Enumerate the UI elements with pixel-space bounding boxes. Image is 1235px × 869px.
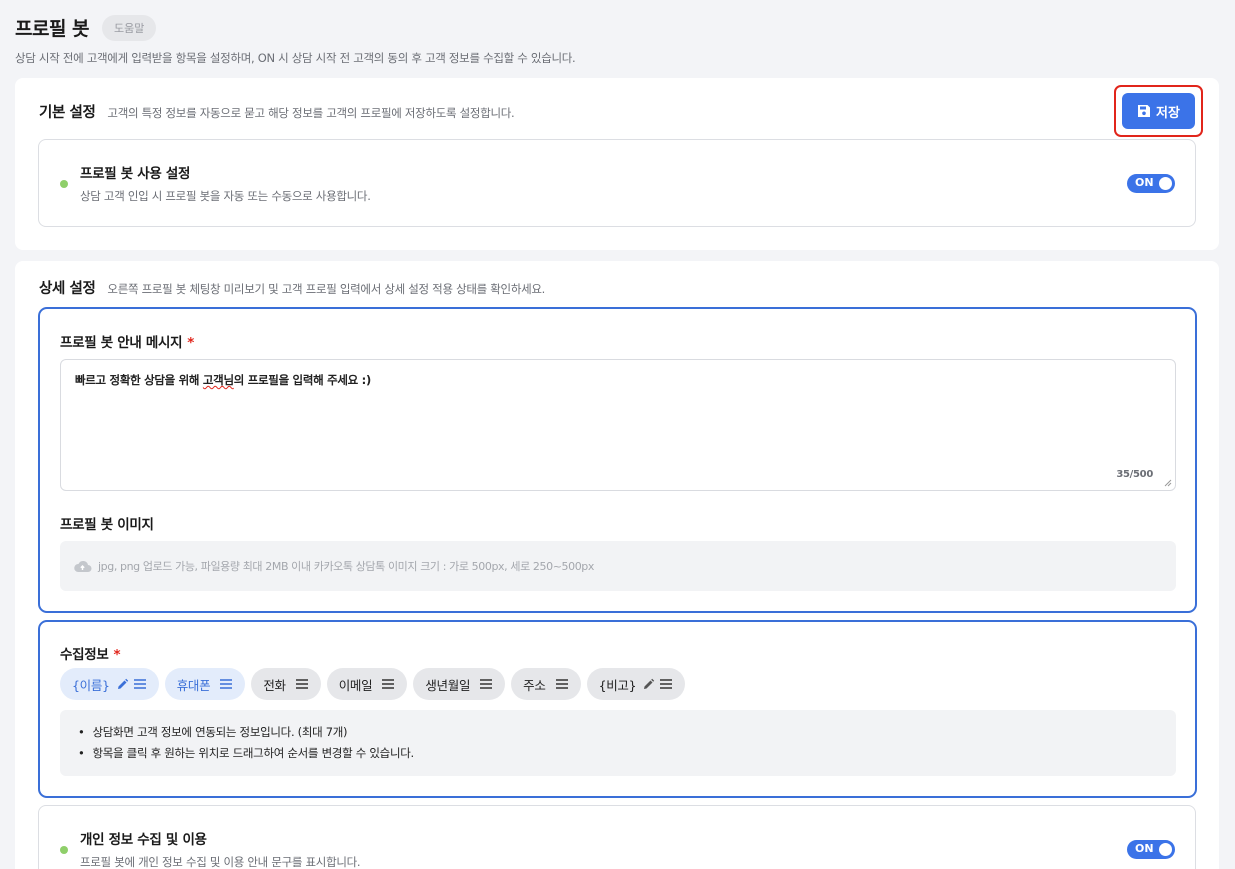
usage-setting-title: 프로필 봇 사용 설정 bbox=[80, 166, 191, 182]
basic-settings-description: 고객의 특정 정보를 자동으로 묻고 해당 정보를 고객의 프로필에 저장하도록… bbox=[107, 106, 515, 120]
chip-name[interactable]: {이름} bbox=[60, 668, 159, 700]
resize-handle-icon[interactable] bbox=[1164, 479, 1172, 487]
chip-address[interactable]: 주소 bbox=[511, 668, 581, 700]
detail-settings-description: 오른쪽 프로필 봇 체팅창 미리보기 및 고객 프로필 입력에서 상세 설정 적… bbox=[107, 282, 546, 296]
page-description: 상담 시작 전에 고객에게 입력받을 항목을 설정하며, ON 시 상담 시작 … bbox=[15, 51, 576, 65]
note-item: 상담화면 고객 정보에 연동되는 정보입니다. (최대 7개) bbox=[78, 722, 1176, 743]
collect-info-section: 수집정보 * {이름} 휴대폰 전화 이메일 생년월일 주소 {비고} • 상담… bbox=[38, 620, 1197, 798]
cloud-upload-icon bbox=[74, 560, 92, 572]
detail-settings-header: 상세 설정 오른쪽 프로필 봇 체팅창 미리보기 및 고객 프로필 입력에서 상… bbox=[39, 277, 545, 298]
chip-note[interactable]: {비고} bbox=[586, 668, 686, 700]
chip-mobile[interactable]: 휴대폰 bbox=[164, 668, 246, 700]
profile-bot-usage-setting: 프로필 봇 사용 설정 상담 고객 인입 시 프로필 봇을 자동 또는 수동으로… bbox=[38, 139, 1196, 227]
privacy-consent-setting: 개인 정보 수집 및 이용 프로필 봇에 개인 정보 수집 및 이용 안내 문구… bbox=[38, 805, 1196, 869]
save-button-highlight: 저장 bbox=[1114, 85, 1203, 137]
drag-handle-icon[interactable] bbox=[381, 678, 395, 690]
toggle-knob bbox=[1159, 177, 1172, 190]
drag-handle-icon[interactable] bbox=[479, 678, 493, 690]
collect-info-notes: 상담화면 고객 정보에 연동되는 정보입니다. (최대 7개) 항목을 클릭 후… bbox=[60, 710, 1176, 776]
privacy-toggle[interactable]: ON bbox=[1127, 840, 1175, 859]
note-item: 항목을 클릭 후 원하는 위치로 드래그하여 순서를 변경할 수 있습니다. bbox=[78, 743, 1176, 764]
guide-message-label: 프로필 봇 안내 메시지 * bbox=[60, 331, 194, 351]
required-mark: * bbox=[187, 335, 195, 351]
chip-label: {비고} bbox=[598, 677, 637, 693]
detail-settings-card: 상세 설정 오른쪽 프로필 봇 체팅창 미리보기 및 고객 프로필 입력에서 상… bbox=[15, 261, 1219, 869]
status-dot bbox=[60, 846, 68, 854]
privacy-setting-description: 프로필 봇에 개인 정보 수집 및 이용 안내 문구를 표시합니다. bbox=[80, 855, 361, 869]
floppy-disk-icon bbox=[1138, 105, 1151, 117]
chip-label: 주소 bbox=[523, 677, 546, 693]
page-title: 프로필 봇 bbox=[15, 18, 90, 40]
usage-setting-description: 상담 고객 인입 시 프로필 봇을 자동 또는 수동으로 사용합니다. bbox=[80, 189, 371, 203]
save-button-label: 저장 bbox=[1156, 105, 1180, 121]
character-count: 35/500 bbox=[1116, 469, 1153, 480]
collect-info-chips: {이름} 휴대폰 전화 이메일 생년월일 주소 {비고} bbox=[60, 668, 691, 700]
basic-settings-card: 기본 설정 고객의 특정 정보를 자동으로 묻고 해당 정보를 고객의 프로필에… bbox=[15, 78, 1219, 250]
help-button[interactable]: 도움말 bbox=[102, 14, 157, 41]
chip-label: 이메일 bbox=[338, 677, 373, 693]
message-text-part: 의 프로필을 입력해 주세요 :) bbox=[233, 373, 371, 387]
chip-birthdate[interactable]: 생년월일 bbox=[413, 668, 506, 700]
message-spellcheck-word: 고객님 bbox=[202, 373, 234, 387]
message-image-section: 프로필 봇 안내 메시지 * 빠르고 정확한 상담을 위해 고객님의 프로필을 입… bbox=[38, 307, 1197, 613]
guide-message-textarea[interactable]: 빠르고 정확한 상담을 위해 고객님의 프로필을 입력해 주세요 :) 35/5… bbox=[60, 359, 1176, 491]
status-dot bbox=[60, 180, 68, 188]
drag-handle-icon[interactable] bbox=[659, 678, 673, 690]
upload-hint: jpg, png 업로드 가능, 파일용량 최대 2MB 이내 카카오톡 상담톡… bbox=[98, 560, 595, 573]
chip-label: 생년월일 bbox=[425, 677, 471, 693]
drag-handle-icon[interactable] bbox=[295, 678, 309, 690]
usage-toggle[interactable]: ON bbox=[1127, 174, 1175, 193]
page-header: 프로필 봇 도움말 상담 시작 전에 고객에게 입력받을 항목을 설정하며, O… bbox=[15, 14, 1220, 66]
collect-info-label-text: 수집정보 bbox=[60, 647, 109, 663]
drag-handle-icon[interactable] bbox=[555, 678, 569, 690]
required-mark: * bbox=[113, 647, 121, 663]
privacy-setting-title: 개인 정보 수집 및 이용 bbox=[80, 832, 207, 848]
collect-info-label: 수집정보 * bbox=[60, 643, 121, 663]
image-upload-zone[interactable]: jpg, png 업로드 가능, 파일용량 최대 2MB 이내 카카오톡 상담톡… bbox=[60, 541, 1176, 591]
chip-label: 전화 bbox=[263, 677, 286, 693]
guide-message-label-text: 프로필 봇 안내 메시지 bbox=[60, 335, 183, 351]
basic-settings-title: 기본 설정 bbox=[39, 105, 96, 121]
basic-settings-header: 기본 설정 고객의 특정 정보를 자동으로 묻고 해당 정보를 고객의 프로필에… bbox=[39, 101, 515, 122]
chip-phone[interactable]: 전화 bbox=[251, 668, 321, 700]
toggle-label: ON bbox=[1135, 842, 1154, 855]
toggle-label: ON bbox=[1135, 176, 1154, 189]
drag-handle-icon[interactable] bbox=[219, 678, 233, 690]
chip-email[interactable]: 이메일 bbox=[326, 668, 408, 700]
toggle-knob bbox=[1159, 843, 1172, 856]
save-button[interactable]: 저장 bbox=[1122, 93, 1195, 129]
pencil-icon[interactable] bbox=[116, 678, 129, 691]
message-text-part: 빠르고 정확한 상담을 위해 bbox=[75, 373, 203, 387]
detail-settings-title: 상세 설정 bbox=[39, 281, 96, 297]
chip-label: 휴대폰 bbox=[176, 677, 211, 693]
profile-image-label: 프로필 봇 이미지 bbox=[60, 517, 154, 533]
drag-handle-icon[interactable] bbox=[133, 678, 147, 690]
chip-label: {이름} bbox=[72, 677, 110, 693]
pencil-icon[interactable] bbox=[642, 678, 655, 691]
